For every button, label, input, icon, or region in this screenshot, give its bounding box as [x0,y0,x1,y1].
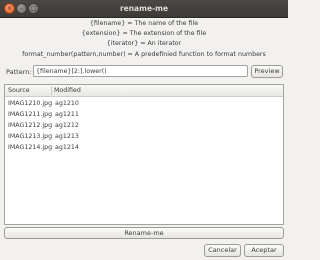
accept-button[interactable]: Aceptar [244,244,284,257]
rename-button[interactable]: Rename-me [4,227,284,239]
list-rows: IMAG1210.jpg ag1210 IMAG1211.jpg ag1211 … [5,100,283,155]
source-cell: IMAG1213.jpg [8,133,53,140]
cancel-button[interactable]: Cancelar [204,244,241,257]
modified-cell: ag1212 [55,122,79,129]
modified-cell: ag1210 [55,100,79,107]
modified-cell: ag1213 [55,133,79,140]
pattern-input[interactable] [33,65,248,77]
list-header: Source Modified [5,85,283,97]
list-row[interactable]: IMAG1213.jpg ag1213 [5,133,283,144]
rename-dialog: × – □ rename-me {filename} = The name of… [0,0,288,260]
window-title: rename-me [119,4,169,13]
modified-cell: ag1211 [55,111,79,118]
file-list[interactable]: Source Modified IMAG1210.jpg ag1210 IMAG… [4,84,284,225]
column-header-source[interactable]: Source [8,87,30,94]
column-divider[interactable] [51,86,52,95]
list-row[interactable]: IMAG1211.jpg ag1211 [5,111,283,122]
title-bar: × – □ rename-me [0,0,288,18]
modified-cell: ag1214 [55,144,79,151]
source-cell: IMAG1214.jpg [8,144,53,151]
preview-button[interactable]: Preview [251,65,283,78]
source-cell: IMAG1211.jpg [8,111,53,118]
list-row[interactable]: IMAG1210.jpg ag1210 [5,100,283,111]
pattern-help: {filename} = The name of the file {exten… [4,19,284,60]
help-line: {iterator} = An iterator [106,40,182,48]
column-header-modified[interactable]: Modified [54,87,81,94]
source-cell: IMAG1212.jpg [8,122,53,129]
help-line: {extension} = The extension of the file [81,30,207,38]
list-row[interactable]: IMAG1214.jpg ag1214 [5,144,283,155]
list-row[interactable]: IMAG1212.jpg ag1212 [5,122,283,133]
pattern-label: Pattern: [6,68,32,76]
help-line: {filename} = The name of the file [89,20,199,27]
source-cell: IMAG1210.jpg [8,100,53,107]
help-line: format_number(pattern,number) = A predef… [22,50,266,58]
